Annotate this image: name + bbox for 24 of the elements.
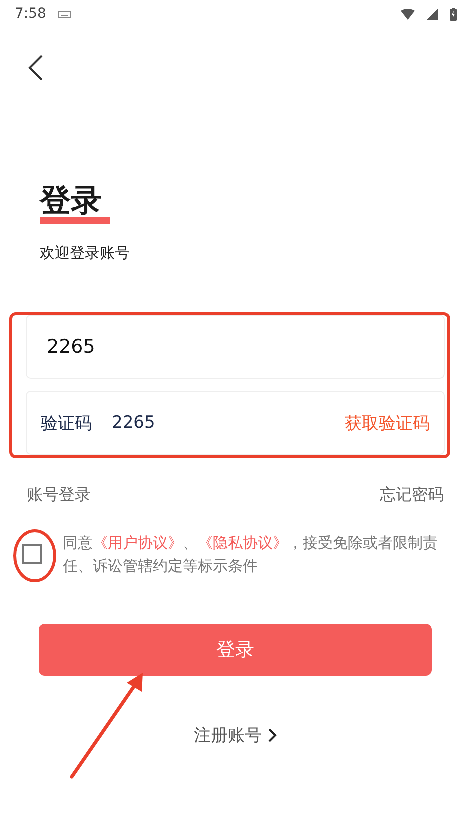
agreement-text: 同意《用户协议》、《隐私协议》，接受免除或者限制责任、诉讼管辖约定等标示条件 bbox=[63, 533, 439, 577]
login-button[interactable]: 登录 bbox=[39, 624, 432, 676]
code-value[interactable]: 2265 bbox=[112, 413, 156, 433]
back-icon[interactable] bbox=[27, 54, 45, 82]
code-field[interactable]: 验证码 2265 获取验证码 bbox=[26, 391, 445, 455]
account-login-link[interactable]: 账号登录 bbox=[27, 485, 91, 506]
subtitle: 欢迎登录账号 bbox=[40, 244, 131, 263]
get-code-button[interactable]: 获取验证码 bbox=[345, 412, 430, 434]
wifi-icon bbox=[401, 8, 415, 20]
title-underline bbox=[40, 217, 110, 224]
chevron-right-icon bbox=[268, 728, 277, 743]
status-time: 7:58 bbox=[15, 6, 46, 22]
phone-field[interactable]: 2265 bbox=[26, 315, 445, 379]
signal-icon bbox=[427, 8, 438, 20]
field-label: 验证码 bbox=[41, 412, 92, 434]
register-link[interactable]: 注册账号 bbox=[194, 724, 277, 747]
page-title: 登录 bbox=[40, 186, 102, 217]
battery-icon bbox=[450, 8, 457, 20]
agreement-link[interactable]: 《隐私协议》 bbox=[198, 534, 288, 552]
keyboard-icon bbox=[58, 10, 72, 18]
agreement-checkbox[interactable] bbox=[22, 544, 42, 564]
annotation-circle bbox=[14, 530, 56, 582]
forgot-password-link[interactable]: 忘记密码 bbox=[380, 485, 444, 506]
agreement-link[interactable]: 《用户协议》 bbox=[93, 534, 183, 552]
